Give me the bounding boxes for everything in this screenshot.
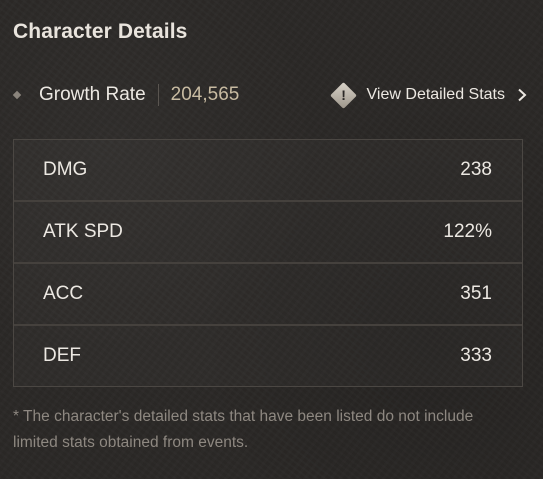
stat-value: 238 [460, 159, 492, 180]
table-row: DEF 333 [14, 326, 522, 386]
growth-rate-label: Growth Rate [39, 84, 146, 105]
stat-name: ATK SPD [43, 221, 123, 242]
stat-value: 333 [460, 345, 492, 366]
view-detailed-stats-link[interactable]: ! View Detailed Stats [331, 82, 527, 108]
table-row: DMG 238 [14, 140, 522, 202]
stat-value: 122% [443, 221, 492, 242]
stat-name: ACC [43, 283, 84, 304]
table-row: ACC 351 [14, 264, 522, 326]
page-title: Character Details [13, 20, 188, 43]
growth-rate-row: Growth Rate 204,565 ! View Detailed Stat… [12, 82, 527, 108]
chevron-right-icon [518, 88, 527, 102]
footnote: * The character's detailed stats that ha… [13, 408, 474, 451]
divider [157, 84, 159, 106]
stat-value: 351 [460, 283, 492, 304]
view-detailed-stats-label: View Detailed Stats [366, 86, 505, 103]
warning-diamond-icon: ! [331, 82, 357, 108]
diamond-bullet-icon [12, 90, 22, 100]
stat-name: DMG [43, 159, 88, 180]
table-row: ATK SPD 122% [14, 202, 522, 264]
growth-rate-value: 204,565 [170, 84, 240, 105]
stat-name: DEF [43, 345, 81, 366]
stats-table: DMG 238 ATK SPD 122% ACC 351 DEF 333 [13, 139, 523, 387]
